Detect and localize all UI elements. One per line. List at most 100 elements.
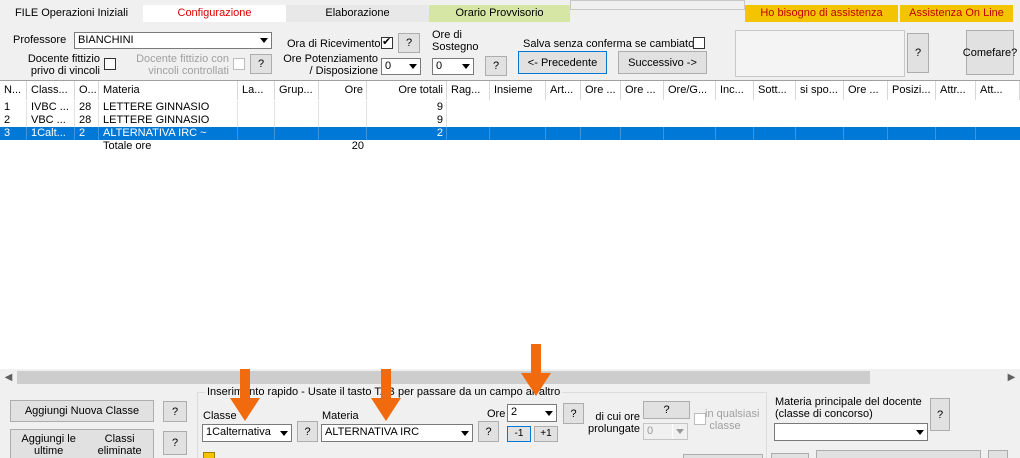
partial-button[interactable]	[771, 453, 809, 458]
help-button-info[interactable]: ?	[907, 33, 929, 73]
chevron-down-icon	[276, 425, 291, 441]
ore-plus-button[interactable]: +1	[534, 426, 558, 442]
scroll-left-icon[interactable]: ◀	[0, 369, 17, 386]
col-header[interactable]: Inc...	[716, 81, 754, 100]
subjects-grid[interactable]: N... Class... O... Materia La... Grup...…	[0, 80, 1020, 386]
cell-n: 3	[0, 127, 27, 140]
successivo-button[interactable]: Successivo ->	[618, 51, 707, 74]
docente-fittizio-vincoli-checkbox[interactable]	[233, 58, 245, 70]
partial-button[interactable]	[683, 454, 763, 458]
menu-orario-provvisorio[interactable]: Orario Provvisorio	[429, 5, 570, 22]
materia-principale-select[interactable]	[774, 423, 928, 441]
cell-classe: IVBC ...	[27, 101, 75, 114]
col-header[interactable]: Materia	[99, 81, 238, 100]
prolungate-select[interactable]: 0	[643, 423, 688, 440]
table-row-selected[interactable]: 3 1Calt... 2 ALTERNATIVA IRC ~ 2	[0, 127, 1020, 140]
materia-label: Materia	[322, 410, 359, 422]
aggiungi-nuova-classe-button[interactable]: Aggiungi Nuova Classe	[10, 400, 154, 422]
classe-select[interactable]: 1Calternativa	[202, 424, 292, 442]
cell-o: 28	[75, 114, 99, 127]
ore-select[interactable]: 2	[507, 404, 557, 422]
help-button-aggiungi[interactable]: ?	[163, 401, 187, 422]
menu-assistenza-online[interactable]: Assistenza On Line	[900, 5, 1013, 22]
chevron-down-icon	[912, 424, 927, 440]
cell-empty	[275, 127, 319, 140]
partial-button[interactable]	[816, 450, 981, 458]
col-header[interactable]: Ore ...	[621, 81, 664, 100]
materia-select[interactable]: ALTERNATIVA IRC	[321, 424, 473, 442]
menu-configurazione[interactable]: Configurazione	[143, 5, 286, 22]
chevron-down-icon	[256, 33, 271, 48]
chevron-down-icon	[672, 424, 687, 439]
help-button-classe[interactable]: ?	[297, 421, 318, 442]
precedente-button[interactable]: <- Precedente	[518, 51, 607, 74]
ore-sostegno-select[interactable]: 0	[432, 58, 474, 75]
professore-label: Professore	[13, 34, 67, 46]
cell-o: 2	[75, 127, 99, 140]
col-header[interactable]: Att...	[976, 81, 1020, 100]
help-button-ultime[interactable]: ?	[163, 431, 187, 455]
ore-label: Ore	[487, 408, 506, 420]
menu-file[interactable]: FILE Operazioni Iniziali	[0, 5, 143, 22]
cell-ore	[319, 101, 367, 114]
salva-senza-conferma-checkbox[interactable]	[693, 37, 705, 49]
col-header[interactable]: Rag...	[447, 81, 490, 100]
table-row[interactable]: 1 IVBC ... 28 LETTERE GINNASIO 9	[0, 101, 1020, 114]
cell-empty	[238, 127, 275, 140]
ore-minus-button[interactable]: -1	[507, 426, 531, 442]
menu-assistenza[interactable]: Ho bisogno di assistenza	[745, 5, 898, 22]
ore-potenziamento-select[interactable]: 0	[381, 58, 421, 75]
col-header[interactable]: Ore ...	[581, 81, 621, 100]
col-header[interactable]: Ore ...	[844, 81, 888, 100]
aggiungi-ultime-classi-button[interactable]: Aggiungi le ultime Classi eliminate	[10, 429, 154, 458]
cell-ore-totali: 2	[367, 127, 447, 140]
cell-ore	[319, 114, 367, 127]
help-button-materia[interactable]: ?	[478, 421, 499, 442]
grid-header: N... Class... O... Materia La... Grup...…	[0, 81, 1020, 100]
cell-empty	[447, 127, 490, 140]
come-fare-button[interactable]: Come fare?	[963, 30, 1017, 75]
col-header[interactable]: Ore	[319, 81, 367, 100]
col-header[interactable]: si spo...	[796, 81, 844, 100]
table-row[interactable]: 2 VBC ... 28 LETTERE GINNASIO 9	[0, 114, 1020, 127]
qualsiasi-classe-label: in qualsiasi classe	[705, 408, 760, 432]
help-button-materia-principale[interactable]: ?	[930, 398, 950, 431]
help-button-docente[interactable]: ?	[250, 54, 272, 74]
scroll-right-icon[interactable]: ▶	[1003, 369, 1020, 386]
info-panel	[735, 30, 905, 77]
col-header[interactable]: Art...	[546, 81, 581, 100]
legend-swatch-icon	[203, 452, 215, 458]
col-header[interactable]: N...	[0, 81, 27, 100]
materia-principale-label: Materia principale del docente (classe di…	[775, 396, 922, 420]
horizontal-scrollbar[interactable]: ◀ ▶	[0, 369, 1020, 386]
partial-help-button[interactable]	[988, 450, 1008, 458]
professore-select[interactable]: BIANCHINI	[74, 32, 272, 49]
cell-n: 2	[0, 114, 27, 127]
ora-ricevimento-checkbox[interactable]	[381, 35, 393, 49]
col-header[interactable]: Insieme	[490, 81, 546, 100]
scroll-thumb[interactable]	[17, 371, 870, 384]
col-header[interactable]: O...	[75, 81, 99, 100]
col-header[interactable]: La...	[238, 81, 275, 100]
col-header[interactable]: Attr...	[936, 81, 976, 100]
help-button-sostegno[interactable]: ?	[485, 56, 507, 76]
cell-empty	[546, 127, 581, 140]
col-header[interactable]: Posizi...	[888, 81, 936, 100]
cell-empty	[275, 101, 319, 114]
cell-empty	[238, 114, 275, 127]
cell-ore: 20	[351, 140, 364, 152]
docente-fittizio-checkbox[interactable]	[104, 58, 116, 70]
col-header[interactable]: Ore/G...	[664, 81, 716, 100]
col-header[interactable]: Ore totali	[367, 81, 447, 100]
chevron-down-icon	[541, 405, 556, 421]
cell-empty	[664, 127, 716, 140]
col-header[interactable]: Grup...	[275, 81, 319, 100]
col-header[interactable]: Class...	[27, 81, 75, 100]
cell-empty	[796, 127, 844, 140]
col-header[interactable]: Sott...	[754, 81, 796, 100]
menu-elaborazione[interactable]: Elaborazione	[286, 5, 429, 22]
help-button-prolungate[interactable]: ?	[643, 401, 690, 419]
help-button-ore[interactable]: ?	[563, 403, 584, 424]
help-button-ricevimento[interactable]: ?	[398, 33, 420, 53]
docente-fittizio-label: Docente fittizio privo di vincoli	[27, 53, 100, 77]
